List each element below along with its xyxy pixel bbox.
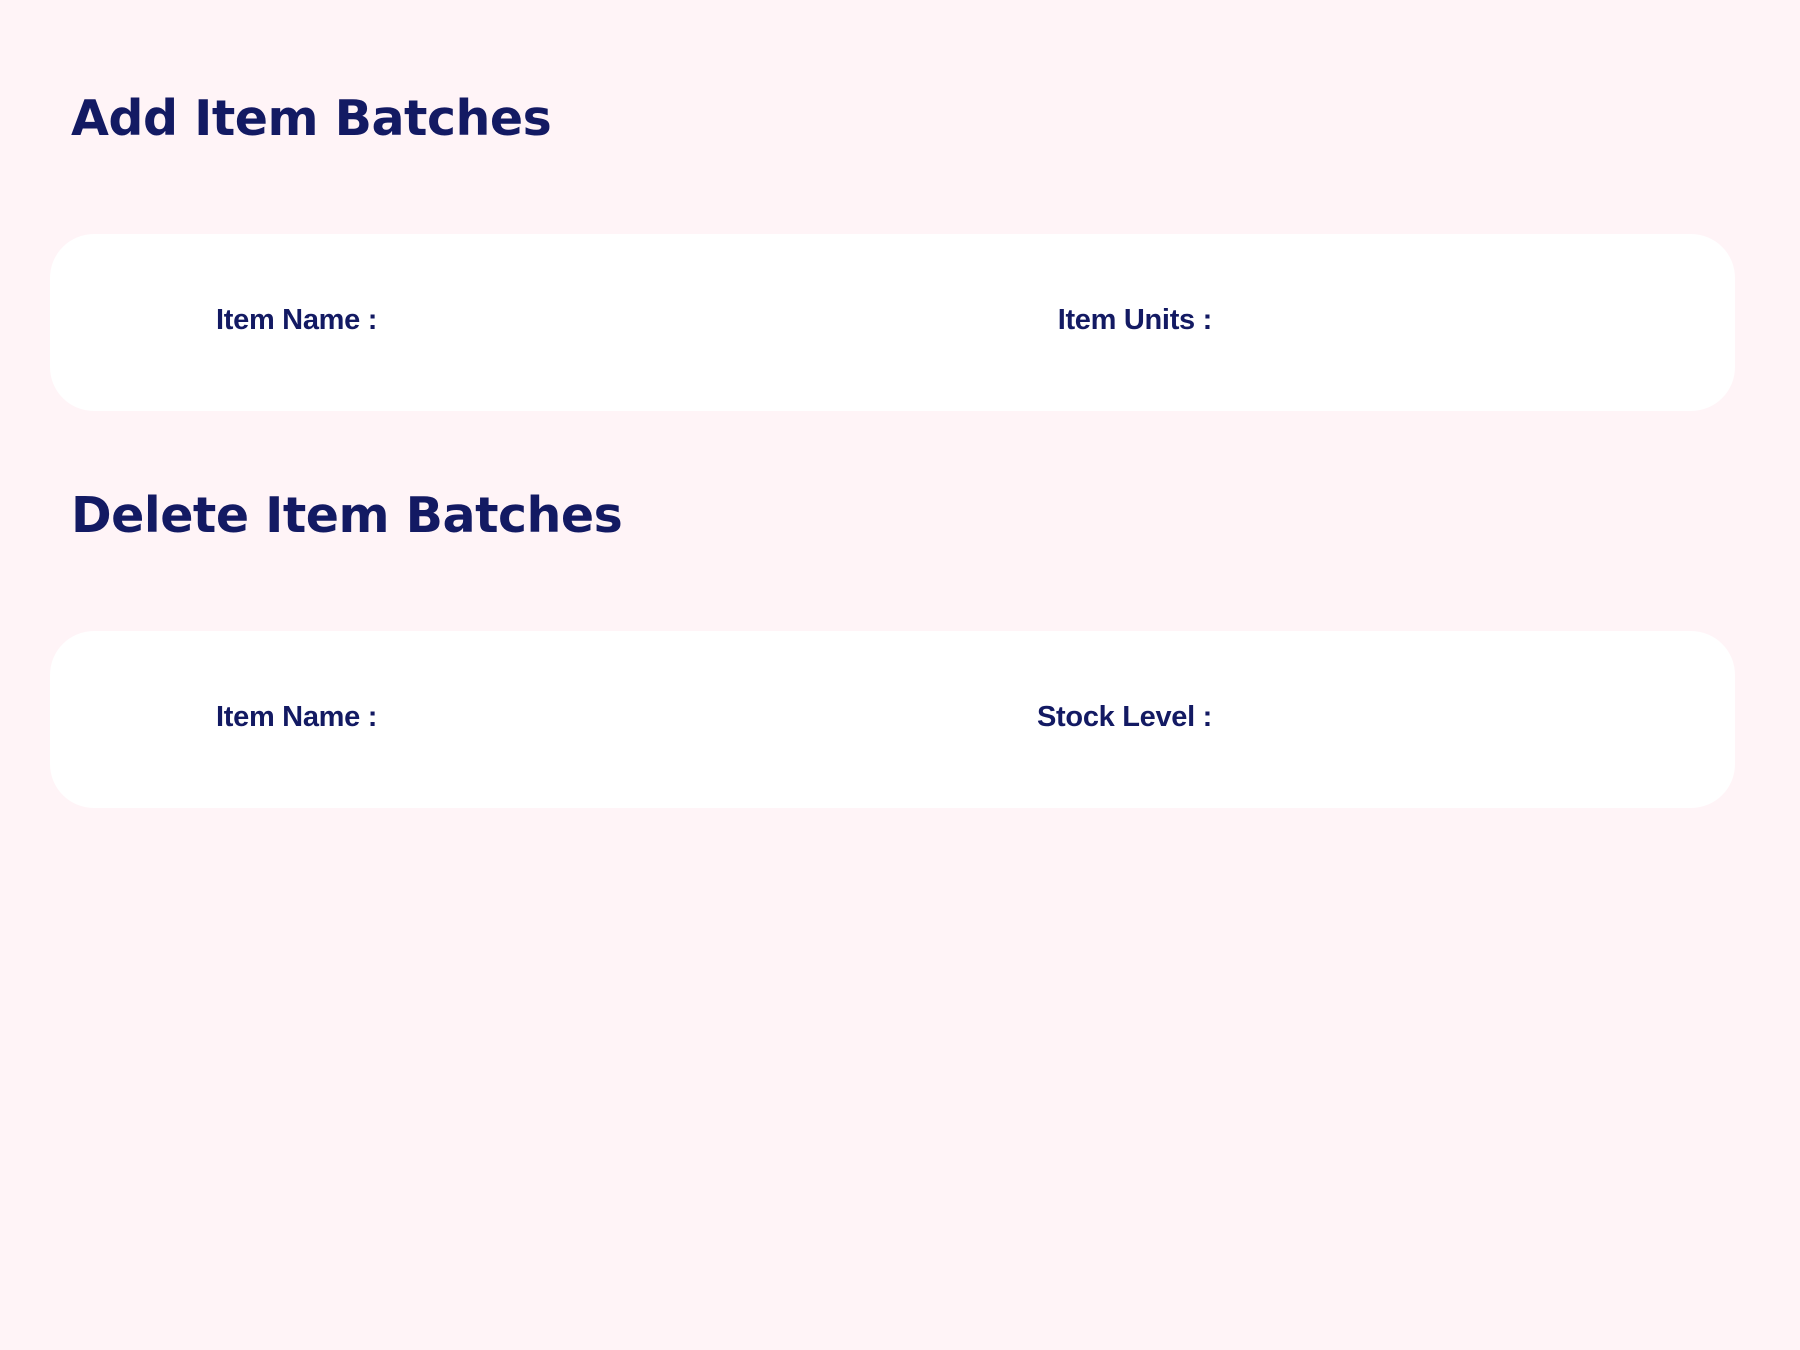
delete-item-name-input[interactable] [450, 687, 1014, 753]
add-item-batches-card: Item Name : Item Units : [50, 234, 1735, 411]
delete-stock-level-label: Stock Level : [1037, 701, 1212, 733]
add-item-name-input[interactable] [450, 290, 1014, 356]
add-item-name-label: Item Name : [216, 304, 378, 336]
add-item-units-input[interactable] [1280, 290, 1704, 356]
delete-item-batches-title: Delete Item Batches [71, 487, 623, 544]
delete-item-name-label: Item Name : [216, 701, 378, 733]
delete-stock-level-input[interactable] [1280, 687, 1704, 753]
add-item-units-label: Item Units : [1057, 304, 1213, 336]
add-item-batches-title: Add Item Batches [71, 90, 552, 147]
delete-item-batches-card: Item Name : Stock Level : [50, 631, 1735, 808]
